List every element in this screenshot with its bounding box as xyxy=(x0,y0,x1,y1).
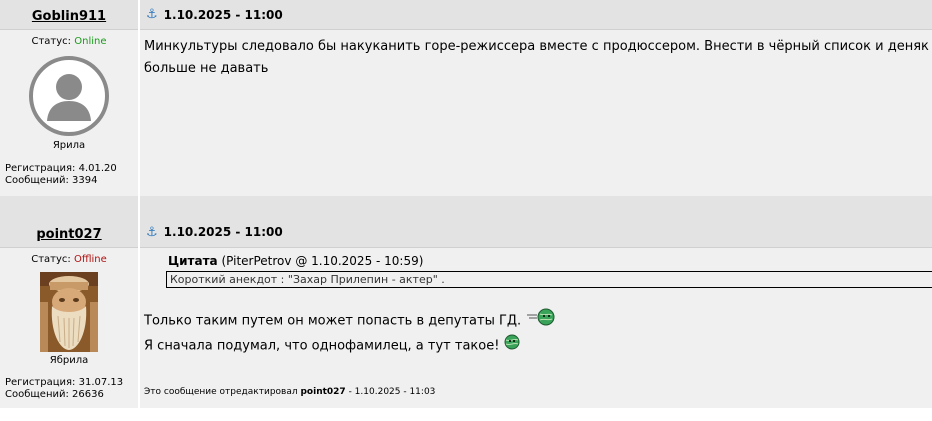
quote-label: Цитата xyxy=(168,254,218,268)
status-value: Offline xyxy=(73,254,107,265)
edit-prefix: Это сообщение отредактировал xyxy=(144,387,298,397)
post-body: Статус: Offline Ябрила Регистрация: 31.0… xyxy=(0,247,932,408)
post-author-cell: Goblin911 xyxy=(0,0,138,30)
user-silhouette-icon xyxy=(29,56,109,136)
post-content: Минкультуры следовало бы накуканить горе… xyxy=(140,29,932,196)
user-registration: Регистрация: 31.07.13 Сообщений: 26636 xyxy=(0,377,138,401)
avatar[interactable] xyxy=(0,272,138,355)
message-count: Сообщений: 26636 xyxy=(5,389,104,400)
bearded-carving-avatar-icon xyxy=(40,272,98,352)
edit-notice: Это сообщение отредактировал point027 - … xyxy=(144,387,435,397)
anchor-icon[interactable]: ⚓ xyxy=(146,225,158,240)
edit-user: point027 xyxy=(300,387,346,397)
edit-date: - 1.10.2025 - 11:03 xyxy=(348,387,436,397)
quote-box: Короткий анекдот : "Захар Прилепин - акт… xyxy=(166,271,932,288)
post-date: 1.10.2025 - 11:00 xyxy=(163,225,283,239)
post-text: Только таким путем он может попасть в де… xyxy=(140,288,932,358)
post-text-line: Я сначала подумал, что однофамилец, а ту… xyxy=(144,334,932,358)
username-link[interactable]: Goblin911 xyxy=(32,9,106,24)
registration-date: Регистрация: 4.01.20 xyxy=(5,163,117,174)
forum-thread: Goblin911 ⚓ 1.10.2025 - 11:00 Статус: On… xyxy=(0,0,932,408)
post-text: Минкультуры следовало бы накуканить горе… xyxy=(140,30,932,80)
post-date-cell: ⚓ 1.10.2025 - 11:00 xyxy=(140,217,932,248)
post-header: Goblin911 ⚓ 1.10.2025 - 11:00 xyxy=(0,0,932,30)
post-content: Цитата (PiterPetrov @ 1.10.2025 - 10:59)… xyxy=(140,247,932,408)
post-text-line: Только таким путем он может попасть в де… xyxy=(144,308,932,334)
post-text-line: Минкультуры следовало бы накуканить горе… xyxy=(144,39,929,54)
user-info-panel: Статус: Offline Ябрила Регистрация: 31.0… xyxy=(0,247,138,408)
post-date-cell: ⚓ 1.10.2025 - 11:00 xyxy=(140,0,932,30)
registration-date: Регистрация: 31.07.13 xyxy=(5,377,124,388)
status-label: Статус: xyxy=(31,254,71,265)
message-count: Сообщений: 3394 xyxy=(5,175,98,186)
status-label: Статус: xyxy=(31,36,72,47)
user-rank: Ябрила xyxy=(49,355,89,366)
post-author-cell: point027 xyxy=(0,217,138,248)
quote-header: Цитата (PiterPetrov @ 1.10.2025 - 10:59) xyxy=(140,248,932,268)
user-rank: Ярила xyxy=(52,140,86,151)
user-status: Статус: Online xyxy=(0,30,138,47)
post-header: point027 ⚓ 1.10.2025 - 11:00 xyxy=(0,217,932,248)
running-globe-smiley-icon xyxy=(525,308,555,334)
quote-source: (PiterPetrov @ 1.10.2025 - 10:59) xyxy=(221,254,424,268)
status-value: Online xyxy=(74,36,107,47)
user-status: Статус: Offline xyxy=(0,248,138,265)
post-text-line: больше не давать xyxy=(144,61,269,76)
user-info-panel: Статус: Online Ярила Регистрация: 4.01.2… xyxy=(0,29,138,196)
anchor-icon[interactable]: ⚓ xyxy=(146,7,158,22)
user-registration: Регистрация: 4.01.20 Сообщений: 3394 xyxy=(0,163,138,187)
post-separator xyxy=(0,196,932,217)
post-body: Статус: Online Ярила Регистрация: 4.01.2… xyxy=(0,29,932,196)
username-link[interactable]: point027 xyxy=(36,227,101,242)
avatar[interactable] xyxy=(0,55,138,140)
globe-smiley-icon xyxy=(504,334,520,358)
post-date: 1.10.2025 - 11:00 xyxy=(163,7,283,22)
